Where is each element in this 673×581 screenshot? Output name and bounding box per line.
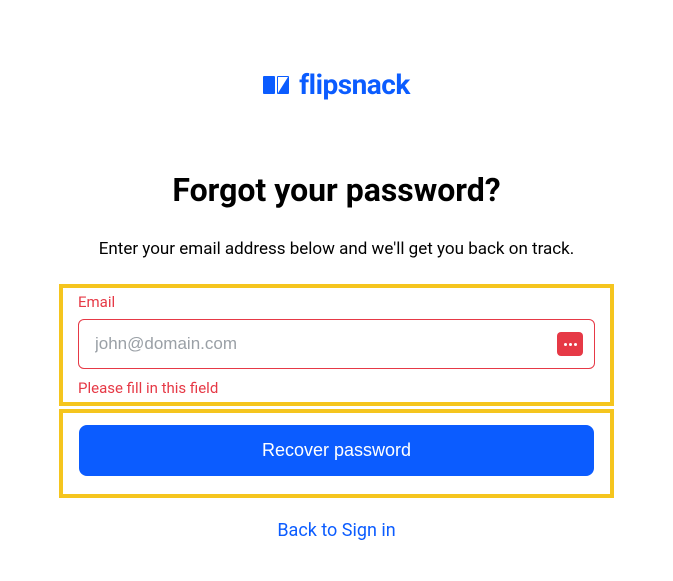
page-subtitle: Enter your email address below and we'll… bbox=[99, 239, 575, 259]
brand-name: flipsnack bbox=[299, 68, 410, 101]
flipsnack-logo-icon bbox=[263, 74, 291, 96]
brand-logo: flipsnack bbox=[263, 68, 410, 101]
email-label: Email bbox=[78, 293, 595, 311]
recover-section-highlight: Recover password bbox=[59, 409, 614, 498]
email-section-highlight: Email Please fill in this field bbox=[59, 284, 614, 406]
password-manager-icon[interactable] bbox=[557, 332, 583, 356]
page-title: Forgot your password? bbox=[172, 171, 500, 209]
email-input-wrapper bbox=[78, 319, 595, 369]
recover-password-button[interactable]: Recover password bbox=[79, 425, 594, 476]
email-error-message: Please fill in this field bbox=[78, 379, 595, 397]
email-field[interactable] bbox=[78, 319, 595, 369]
back-to-signin-link[interactable]: Back to Sign in bbox=[277, 520, 395, 541]
